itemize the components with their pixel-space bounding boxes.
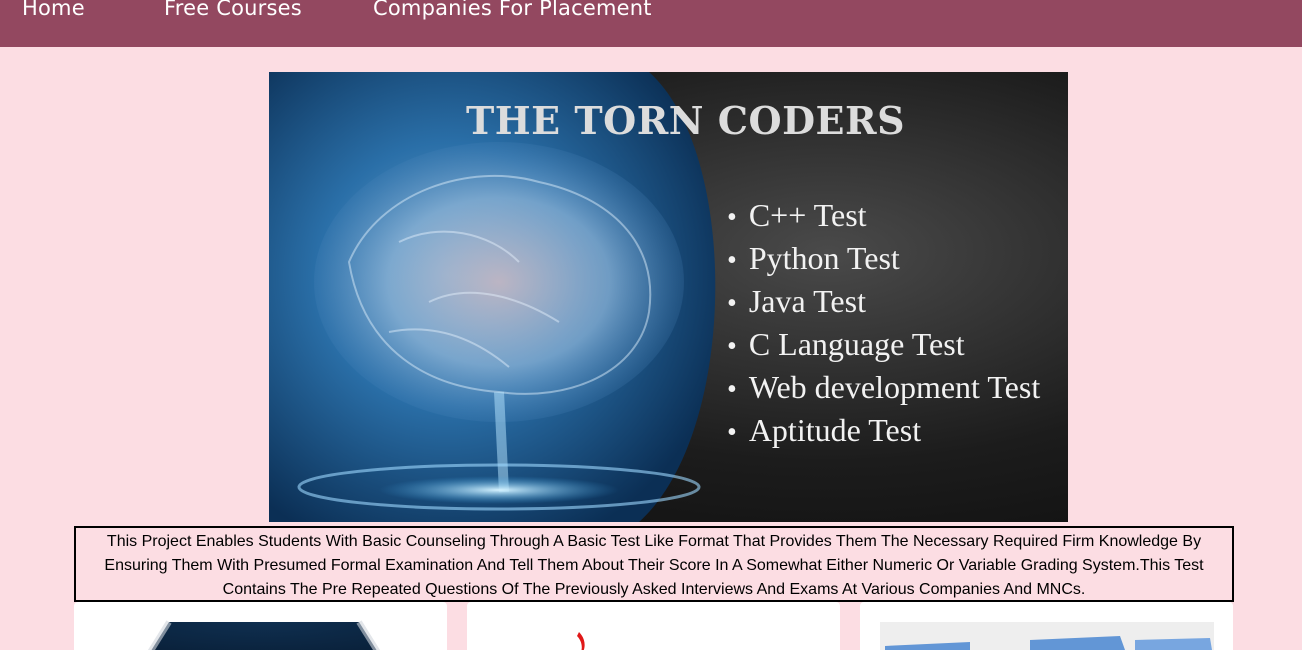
top-navbar: Home Free Courses Companies For Placemen…: [0, 0, 1302, 47]
hero-banner: THE TORN CODERS C++ Test Python Test Jav…: [269, 72, 1068, 522]
course-card-3[interactable]: [860, 602, 1233, 650]
banner-title: THE TORN CODERS: [465, 98, 906, 143]
nav-free-courses-link[interactable]: Free Courses: [164, 0, 302, 20]
course-card-image-1: [147, 620, 381, 650]
course-card-1[interactable]: [74, 602, 447, 650]
test-list-item: C++ Test: [727, 194, 1040, 237]
course-card-image-2: [577, 632, 585, 650]
test-list-item: C Language Test: [727, 323, 1040, 366]
course-card-image-3: [880, 622, 1214, 650]
project-description: This Project Enables Students With Basic…: [74, 526, 1234, 602]
test-list: C++ Test Python Test Java Test C Languag…: [727, 194, 1040, 452]
nav-companies-link[interactable]: Companies For Placement: [373, 0, 652, 20]
test-list-item: Python Test: [727, 237, 1040, 280]
test-list-item: Aptitude Test: [727, 409, 1040, 452]
nav-home-link[interactable]: Home: [22, 0, 85, 20]
test-list-item: Web development Test: [727, 366, 1040, 409]
course-card-2[interactable]: [467, 602, 840, 650]
test-list-item: Java Test: [727, 280, 1040, 323]
